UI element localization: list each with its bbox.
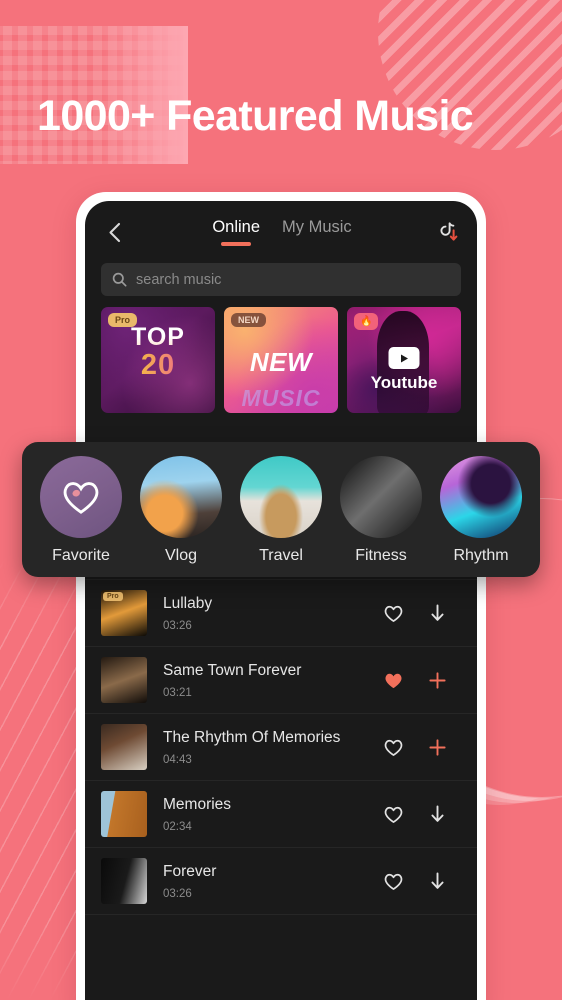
favorite-button[interactable] bbox=[371, 738, 415, 757]
chevron-left-icon bbox=[108, 222, 120, 242]
download-button[interactable] bbox=[415, 804, 459, 824]
tab-online[interactable]: Online bbox=[212, 218, 260, 246]
category-label: Rhythm bbox=[453, 547, 509, 564]
song-title: Forever bbox=[163, 862, 217, 880]
search-bar[interactable] bbox=[101, 263, 461, 296]
category-thumbnail bbox=[340, 456, 422, 538]
heart-outline-icon bbox=[384, 873, 402, 890]
add-button[interactable] bbox=[415, 671, 459, 690]
song-info: Forever 03:26 bbox=[147, 863, 371, 900]
category-label: Travel bbox=[259, 547, 303, 564]
song-duration: 04:43 bbox=[163, 753, 192, 766]
top20-line2: 20 bbox=[101, 349, 215, 382]
tab-my-music[interactable]: My Music bbox=[282, 218, 352, 246]
category-fitness[interactable]: Fitness bbox=[332, 456, 430, 565]
category-label: Favorite bbox=[52, 547, 110, 564]
song-info: Same Town Forever 03:21 bbox=[147, 662, 371, 699]
new-badge: NEW bbox=[231, 313, 266, 327]
heart-outline-icon bbox=[384, 806, 402, 823]
song-thumbnail bbox=[101, 791, 147, 837]
category-card: Favorite Vlog Travel Fitness Rhythm bbox=[22, 442, 540, 577]
song-duration: 03:26 bbox=[163, 887, 192, 900]
song-info: The Rhythm Of Memories 04:43 bbox=[147, 729, 371, 766]
song-thumbnail bbox=[101, 657, 147, 703]
banner-new-music[interactable]: NEW NEW MUSIC bbox=[224, 307, 338, 413]
banner-top20[interactable]: Pro TOP 20 bbox=[101, 307, 215, 413]
song-thumbnail: Pro bbox=[101, 590, 147, 636]
plus-icon bbox=[428, 738, 446, 756]
pro-badge: Pro bbox=[108, 313, 138, 327]
banner-youtube[interactable]: 🔥 Youtube bbox=[347, 307, 461, 413]
search-icon bbox=[112, 272, 127, 287]
heart-outline-icon bbox=[384, 739, 402, 756]
favorite-button[interactable] bbox=[371, 604, 415, 623]
table-row[interactable]: The Rhythm Of Memories 04:43 bbox=[85, 714, 477, 781]
song-list[interactable]: Pro Just With You 04:23 bbox=[85, 513, 477, 1000]
search-input[interactable] bbox=[136, 271, 450, 288]
heart-outline-icon bbox=[63, 482, 99, 514]
song-title: Memories bbox=[163, 795, 232, 813]
category-label: Fitness bbox=[355, 547, 407, 564]
song-duration: 02:34 bbox=[163, 820, 192, 833]
play-icon bbox=[388, 347, 420, 369]
back-button[interactable] bbox=[99, 217, 129, 247]
download-music-button[interactable] bbox=[431, 216, 463, 248]
song-info: Lullaby 03:26 bbox=[147, 595, 371, 632]
top20-text: TOP 20 bbox=[101, 323, 215, 382]
song-info: Memories 02:34 bbox=[147, 796, 371, 833]
category-travel[interactable]: Travel bbox=[232, 456, 330, 565]
phone-mockup: Online My Music search music Pro TOP 20 … bbox=[76, 192, 486, 1000]
promo-screenshot: 1000+ Featured Music Online My Music sea… bbox=[0, 0, 562, 1000]
pro-badge: Pro bbox=[103, 592, 123, 601]
add-button[interactable] bbox=[415, 738, 459, 757]
category-thumbnail bbox=[140, 456, 222, 538]
song-thumbnail bbox=[101, 724, 147, 770]
app-header: Online My Music bbox=[85, 201, 477, 263]
song-duration: 03:26 bbox=[163, 619, 192, 632]
category-label: Vlog bbox=[164, 547, 198, 564]
youtube-label: Youtube bbox=[370, 373, 438, 392]
plus-icon bbox=[428, 671, 446, 689]
download-arrow-icon bbox=[430, 872, 444, 889]
top20-line1: TOP bbox=[101, 323, 215, 352]
music-note-download-icon bbox=[440, 222, 458, 241]
category-thumbnail bbox=[40, 456, 122, 538]
song-thumbnail bbox=[101, 858, 147, 904]
banner-row: Pro TOP 20 NEW NEW MUSIC 🔥 Youtube bbox=[85, 307, 477, 413]
song-duration: 03:21 bbox=[163, 686, 192, 699]
tab-bar: Online My Music bbox=[133, 218, 431, 246]
promo-headline: 1000+ Featured Music bbox=[37, 92, 474, 140]
category-favorite[interactable]: Favorite bbox=[32, 456, 130, 565]
table-row[interactable]: Memories 02:34 bbox=[85, 781, 477, 848]
song-title: Same Town Forever bbox=[163, 661, 302, 679]
song-title: Lullaby bbox=[163, 594, 213, 612]
download-arrow-icon bbox=[430, 604, 444, 621]
download-button[interactable] bbox=[415, 871, 459, 891]
song-title: The Rhythm Of Memories bbox=[163, 728, 341, 746]
download-button[interactable] bbox=[415, 603, 459, 623]
play-triangle-icon bbox=[401, 354, 408, 362]
category-thumbnail bbox=[440, 456, 522, 538]
favorite-button[interactable] bbox=[371, 872, 415, 891]
table-row[interactable]: Pro Lullaby 03:26 bbox=[85, 580, 477, 647]
category-vlog[interactable]: Vlog bbox=[132, 456, 230, 565]
flame-icon: 🔥 bbox=[354, 313, 379, 330]
table-row[interactable]: Same Town Forever 03:21 bbox=[85, 647, 477, 714]
category-thumbnail bbox=[240, 456, 322, 538]
heart-outline-icon bbox=[384, 605, 402, 622]
favorite-button[interactable] bbox=[371, 671, 415, 690]
table-row[interactable]: Forever 03:26 bbox=[85, 848, 477, 915]
heart-filled-icon bbox=[384, 673, 402, 688]
app-screen: Online My Music search music Pro TOP 20 … bbox=[85, 201, 477, 1000]
new-line1: NEW bbox=[249, 347, 313, 377]
favorite-button[interactable] bbox=[371, 805, 415, 824]
category-rhythm[interactable]: Rhythm bbox=[432, 456, 530, 565]
download-arrow-icon bbox=[430, 805, 444, 822]
new-line2: MUSIC bbox=[241, 385, 321, 411]
